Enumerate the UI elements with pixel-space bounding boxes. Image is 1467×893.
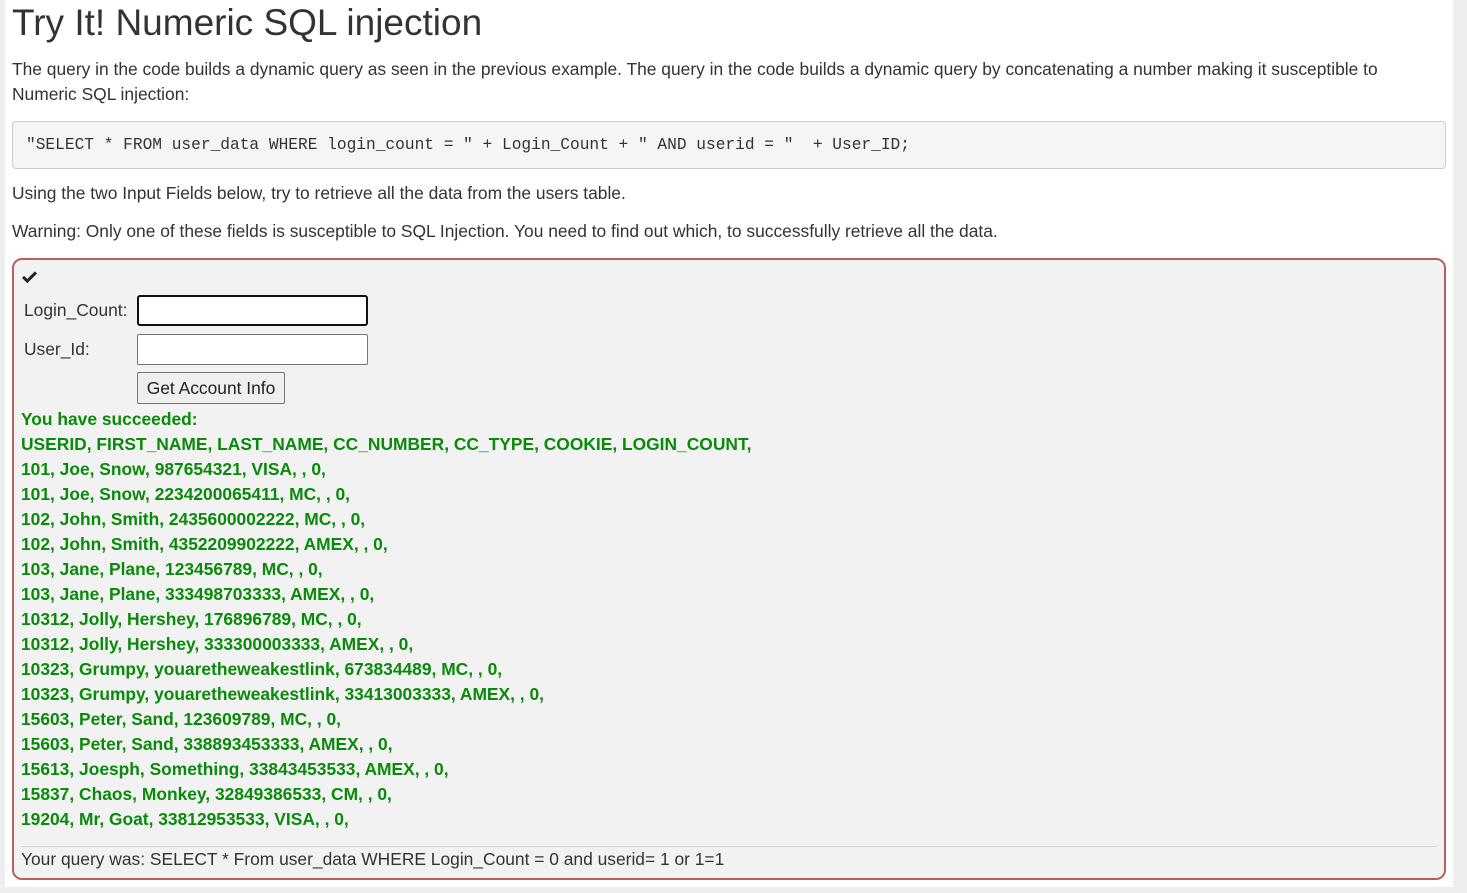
query-code-block: "SELECT * FROM user_data WHERE login_cou…	[12, 121, 1446, 169]
result-row: 102, John, Smith, 4352209902222, AMEX, ,…	[21, 534, 388, 554]
login-count-label: Login_Count:	[24, 300, 128, 320]
result-row: 10312, Jolly, Hershey, 176896789, MC, , …	[21, 609, 362, 629]
lesson-intro: The query in the code builds a dynamic q…	[12, 59, 1378, 104]
get-account-info-button[interactable]: Get Account Info	[137, 372, 285, 404]
user-id-input[interactable]	[137, 334, 368, 365]
result-header: USERID, FIRST_NAME, LAST_NAME, CC_NUMBER…	[21, 434, 752, 454]
result-row: 103, Jane, Plane, 123456789, MC, , 0,	[21, 559, 323, 579]
login-count-input[interactable]	[137, 295, 368, 326]
result-row: 101, Joe, Snow, 2234200065411, MC, , 0,	[21, 484, 351, 504]
success-message: You have succeeded:	[21, 409, 198, 429]
page-title: Try It! Numeric SQL injection	[12, 2, 483, 43]
result-row: 15837, Chaos, Monkey, 32849386533, CM, ,…	[21, 784, 392, 804]
result-row: 15613, Joesph, Something, 33843453533, A…	[21, 759, 449, 779]
result-row: 10323, Grumpy, youaretheweakestlink, 673…	[21, 659, 503, 679]
lesson-page: Try It! Numeric SQL injection The query …	[5, 0, 1453, 887]
attack-container: Login_Count: User_Id: Get Account Info Y…	[12, 258, 1446, 880]
attack-output: You have succeeded: USERID, FIRST_NAME, …	[21, 407, 1437, 832]
result-row: 103, Jane, Plane, 333498703333, AMEX, , …	[21, 584, 375, 604]
check-icon-graphic	[22, 271, 37, 284]
check-icon	[22, 271, 37, 284]
result-row: 101, Joe, Snow, 987654321, VISA, , 0,	[21, 459, 326, 479]
result-row: 102, John, Smith, 2435600002222, MC, , 0…	[21, 509, 366, 529]
query-feedback: Your query was: SELECT * From user_data …	[21, 849, 725, 869]
result-row: 19204, Mr, Goat, 33812953533, VISA, , 0,	[21, 809, 349, 829]
result-row: 10312, Jolly, Hershey, 333300003333, AME…	[21, 634, 414, 654]
lesson-warning: Warning: Only one of these fields is sus…	[12, 221, 998, 241]
user-id-label: User_Id:	[24, 339, 90, 359]
result-row: 10323, Grumpy, youaretheweakestlink, 334…	[21, 684, 544, 704]
lesson-instructions: Using the two Input Fields below, try to…	[12, 183, 626, 203]
result-row: 15603, Peter, Sand, 123609789, MC, , 0,	[21, 709, 341, 729]
result-row: 15603, Peter, Sand, 338893453333, AMEX, …	[21, 734, 393, 754]
